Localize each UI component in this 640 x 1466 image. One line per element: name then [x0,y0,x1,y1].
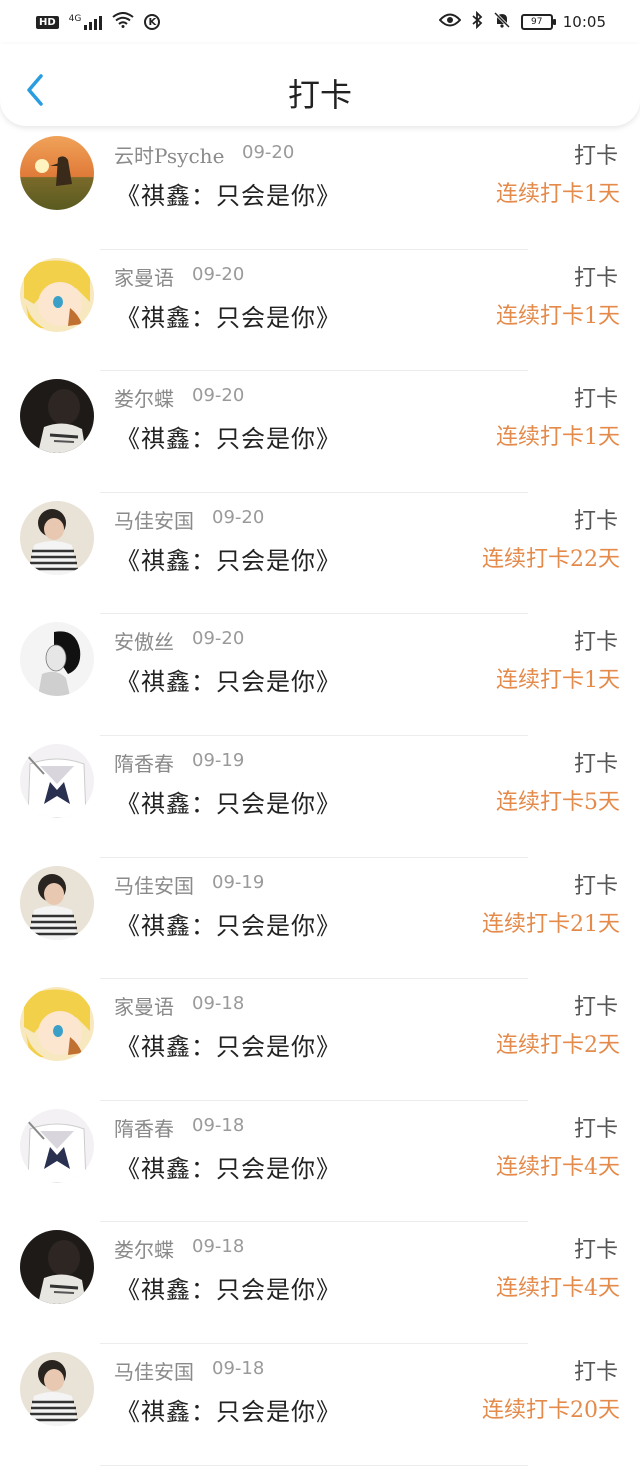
streak-badge: 连续打卡2天 [496,1033,620,1059]
streak-badge: 连续打卡5天 [496,789,620,815]
avatar[interactable] [20,500,94,575]
list-item[interactable]: 隋香春 09-19 《祺鑫：只会是你》 打卡连续打卡5天 [0,736,640,858]
streak-badge: 连续打卡22天 [482,546,620,572]
checkin-label: 打卡 [573,265,618,291]
avatar[interactable] [20,865,94,940]
list-item[interactable]: 隋香春 09-18 《祺鑫：只会是你》 打卡连续打卡4天 [0,1101,640,1223]
avatar[interactable] [20,1351,94,1426]
checkin-date: 09-18 [192,1114,245,1136]
mute-bell-icon [493,11,511,33]
checkin-label: 打卡 [573,387,618,413]
list-item[interactable]: 云时Psyche 09-20 《祺鑫：只会是你》 打卡连续打卡1天 [0,128,640,250]
checkin-label: 打卡 [573,751,618,777]
username[interactable]: 娄尔蝶 [114,1234,174,1263]
bluetooth-icon [471,10,483,33]
status-time: 10:05 [562,13,606,31]
book-title[interactable]: 《祺鑫：只会是你》 [116,906,341,941]
avatar[interactable] [20,136,94,210]
avatar[interactable] [20,379,94,454]
checkin-date: 09-18 [212,1357,265,1379]
streak-badge: 连续打卡1天 [496,425,620,451]
eye-icon [438,13,462,31]
hd-badge: HD [36,15,59,29]
streak-badge: 连续打卡21天 [482,911,620,937]
list-item[interactable]: 马佳安国 09-20 《祺鑫：只会是你》 打卡连续打卡22天 [0,493,640,615]
streak-badge: 连续打卡1天 [496,668,620,694]
streak-badge: 连续打卡1天 [496,182,620,207]
avatar[interactable] [20,622,94,697]
username[interactable]: 马佳安国 [114,870,194,899]
username[interactable]: 安傲丝 [114,626,174,655]
book-title[interactable]: 《祺鑫：只会是你》 [116,1270,341,1305]
checkin-label: 打卡 [573,1359,618,1385]
checkin-label: 打卡 [573,1238,618,1264]
checkin-date: 09-18 [192,993,245,1015]
list-item[interactable]: 家曼语 09-20 《祺鑫：只会是你》 打卡连续打卡1天 [0,250,640,372]
checkin-label: 打卡 [573,630,618,656]
signal-icon: 4G [69,14,103,30]
checkin-label: 打卡 [573,508,618,534]
book-title[interactable]: 《祺鑫：只会是你》 [116,662,341,697]
streak-badge: 连续打卡1天 [496,303,620,329]
username[interactable]: 隋香春 [114,748,174,777]
avatar[interactable] [20,743,94,818]
list-item[interactable]: 马佳安国 09-19 《祺鑫：只会是你》 打卡连续打卡21天 [0,858,640,980]
streak-badge: 连续打卡4天 [496,1154,620,1180]
avatar[interactable] [20,987,94,1062]
battery-icon: 97 [520,14,556,30]
list-item[interactable]: 家曼语 09-18 《祺鑫：只会是你》 打卡连续打卡2天 [0,979,640,1101]
book-title[interactable]: 《祺鑫：只会是你》 [116,541,341,576]
streak-badge: 连续打卡4天 [496,1276,620,1302]
list-item[interactable]: 娄尔蝶 09-18 《祺鑫：只会是你》 打卡连续打卡4天 [0,1222,640,1344]
status-bar-right: 97 10:05 [438,10,640,33]
checkin-date: 09-20 [192,263,245,285]
book-title[interactable]: 《祺鑫：只会是你》 [116,419,341,454]
title-bar: 打卡 [0,44,640,126]
battery-level: 97 [531,17,543,27]
username[interactable]: 娄尔蝶 [114,383,174,412]
status-bar-left: HD 4G K [0,12,161,32]
page-title: 打卡 [287,76,352,114]
avatar[interactable] [20,1230,94,1305]
username[interactable]: 马佳安国 [114,1356,194,1385]
username[interactable]: 云时Psyche [114,140,224,169]
book-title[interactable]: 《祺鑫：只会是你》 [116,1149,341,1184]
avatar[interactable] [20,1108,94,1183]
checkin-label: 打卡 [573,873,618,899]
checkin-date: 09-20 [242,142,295,163]
book-title[interactable]: 《祺鑫：只会是你》 [116,1027,341,1062]
k-app-icon: K [144,14,161,30]
checkin-date: 09-19 [192,749,245,771]
streak-badge: 连续打卡20天 [482,1397,620,1423]
book-title[interactable]: 《祺鑫：只会是你》 [116,298,341,333]
book-title[interactable]: 《祺鑫：只会是你》 [116,784,341,819]
network-type: 4G [68,14,82,24]
checkin-label: 打卡 [573,144,618,169]
status-bar: HD 4G K 97 10:05 [0,0,640,44]
checkin-date: 09-19 [212,871,265,893]
username[interactable]: 家曼语 [114,991,174,1020]
checkin-label: 打卡 [573,1116,618,1142]
avatar[interactable] [20,257,94,332]
checkin-label: 打卡 [573,995,618,1021]
checkin-date: 09-20 [192,385,245,407]
wifi-icon [112,12,134,32]
checkin-date: 09-18 [192,1236,245,1258]
checkin-date: 09-20 [212,506,265,528]
list-item[interactable]: 安傲丝 09-20 《祺鑫：只会是你》 打卡连续打卡1天 [0,614,640,736]
list-item[interactable]: 娄尔蝶 09-20 《祺鑫：只会是你》 打卡连续打卡1天 [0,371,640,493]
list-item[interactable]: 马佳安国 09-18 《祺鑫：只会是你》 打卡 连续打卡20天 [0,1344,640,1466]
checkin-date: 09-20 [192,628,245,650]
checkin-list: 云时Psyche 09-20 《祺鑫：只会是你》 打卡 连续打卡1天 家曼语 09-20 《祺… [0,128,640,1466]
username[interactable]: 隋香春 [114,1113,174,1142]
book-title[interactable]: 《祺鑫：只会是你》 [116,176,341,211]
username[interactable]: 家曼语 [114,262,174,291]
username[interactable]: 马佳安国 [114,505,194,534]
